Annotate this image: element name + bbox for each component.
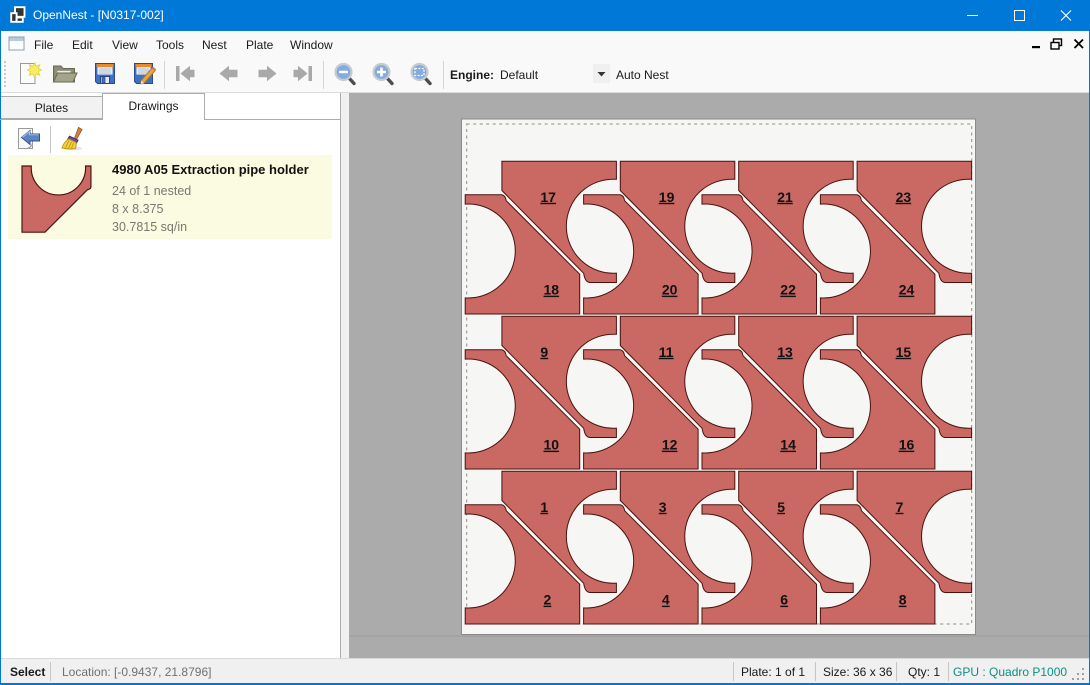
svg-text:21: 21 <box>777 189 793 205</box>
svg-text:19: 19 <box>659 189 675 205</box>
svg-text:4: 4 <box>662 592 670 608</box>
svg-text:11: 11 <box>659 344 674 360</box>
svg-text:16: 16 <box>899 437 915 453</box>
svg-text:8: 8 <box>899 592 907 608</box>
svg-text:22: 22 <box>780 282 796 298</box>
svg-text:7: 7 <box>896 499 904 515</box>
svg-text:6: 6 <box>780 592 788 608</box>
svg-text:15: 15 <box>896 344 912 360</box>
svg-text:23: 23 <box>896 189 912 205</box>
svg-text:9: 9 <box>540 344 548 360</box>
svg-text:18: 18 <box>544 282 560 298</box>
svg-text:1: 1 <box>540 499 548 515</box>
svg-text:17: 17 <box>540 189 556 205</box>
svg-text:12: 12 <box>662 437 678 453</box>
svg-text:5: 5 <box>777 499 785 515</box>
svg-text:3: 3 <box>659 499 667 515</box>
svg-text:13: 13 <box>777 344 793 360</box>
svg-text:20: 20 <box>662 282 678 298</box>
svg-text:2: 2 <box>544 592 552 608</box>
svg-text:10: 10 <box>544 437 560 453</box>
svg-text:14: 14 <box>780 437 796 453</box>
svg-text:24: 24 <box>899 282 915 298</box>
